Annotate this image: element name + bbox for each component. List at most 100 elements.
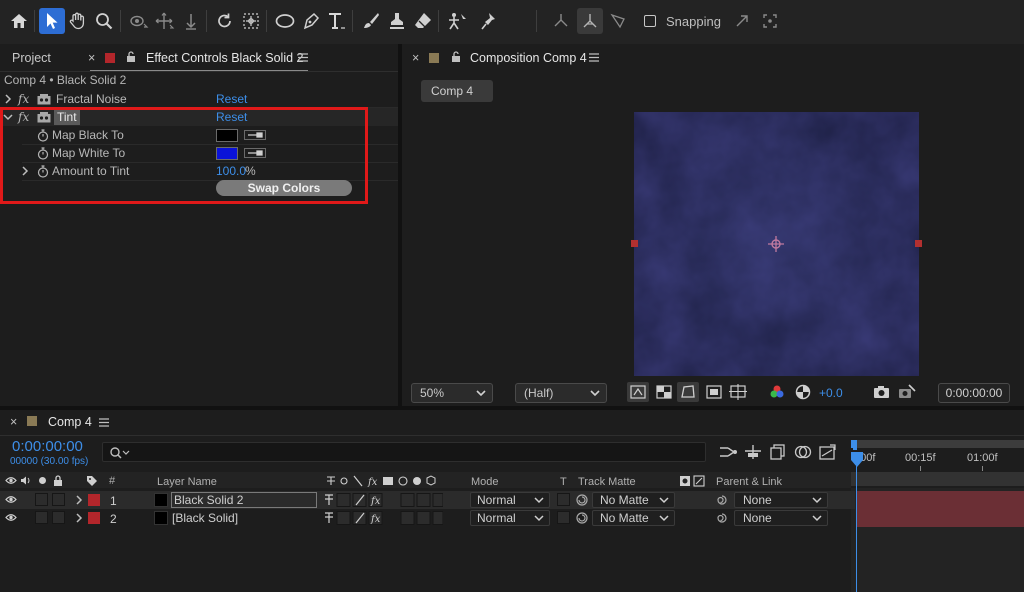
world-axis-icon[interactable]	[548, 8, 574, 34]
column-parent-link[interactable]: Parent & Link	[716, 476, 782, 488]
effect-row-fractal-noise[interactable]: fx Fractal Noise Reset	[0, 90, 398, 108]
track-matte-dropdown[interactable]: No Matte	[592, 510, 675, 526]
resolution-dropdown[interactable]: (Half)	[515, 383, 607, 403]
column-track-matte[interactable]: Track Matte	[578, 476, 636, 488]
view-axis-icon[interactable]	[605, 8, 631, 34]
playhead-head[interactable]	[850, 452, 864, 468]
reset-link-fractal-noise[interactable]: Reset	[216, 92, 247, 106]
parent-dropdown[interactable]: None	[734, 510, 828, 526]
anchor-point-icon[interactable]	[767, 235, 785, 253]
exposure-value[interactable]: +0.0	[819, 386, 843, 400]
roto-brush-tool-icon[interactable]	[444, 8, 470, 34]
frame-blending-icon[interactable]	[793, 443, 813, 461]
fx-toggle[interactable]: fx	[18, 92, 29, 106]
puppet-pin-tool-icon[interactable]	[476, 8, 502, 34]
orbit-tool-icon[interactable]	[126, 8, 152, 34]
track-matte-dropdown[interactable]: No Matte	[592, 492, 675, 508]
layer-bar[interactable]	[857, 509, 1024, 527]
preserve-transparency-checkbox[interactable]	[557, 511, 570, 524]
type-tool-icon[interactable]	[324, 8, 350, 34]
snapping-arrow-icon[interactable]	[729, 8, 755, 34]
tab-timeline-comp[interactable]: Comp 4	[48, 415, 92, 429]
lock-checkbox[interactable]	[52, 511, 65, 524]
layer-bar[interactable]	[857, 491, 1024, 509]
clone-stamp-tool-icon[interactable]	[384, 8, 410, 34]
layer-switches[interactable]: fx	[323, 493, 443, 507]
table-row[interactable]: 1 Black Solid 2 fx Normal No Matte None	[0, 491, 855, 509]
anchor-point-tool-icon[interactable]	[238, 8, 264, 34]
fast-previews-icon[interactable]	[627, 382, 649, 402]
motion-blur-icon[interactable]	[818, 443, 838, 461]
column-mode[interactable]: Mode	[471, 476, 499, 488]
magnification-dropdown[interactable]: 50%	[411, 383, 493, 403]
lock-icon[interactable]	[126, 51, 136, 63]
tab-composition[interactable]: Composition Comp 4	[470, 51, 587, 65]
layer-handle-right[interactable]	[915, 240, 922, 247]
eye-icon[interactable]	[5, 495, 17, 504]
track-matte-pickwhip-icon[interactable]	[576, 494, 588, 506]
selection-tool-icon[interactable]	[39, 8, 65, 34]
transparency-grid-icon[interactable]	[653, 382, 675, 402]
hand-tool-icon[interactable]	[65, 8, 91, 34]
work-area-start[interactable]	[853, 440, 857, 450]
rotate-tool-icon[interactable]	[212, 8, 238, 34]
layer-label-color[interactable]	[88, 512, 100, 524]
lock-checkbox[interactable]	[52, 493, 65, 506]
grid-guides-icon[interactable]	[727, 382, 749, 402]
snapping-options-icon[interactable]	[757, 8, 783, 34]
chevron-right-icon[interactable]	[4, 94, 12, 104]
playhead-line[interactable]	[856, 466, 857, 592]
close-icon[interactable]: ×	[88, 51, 95, 65]
layer-switches[interactable]: fx	[323, 511, 443, 525]
show-snapshot-icon[interactable]	[897, 382, 917, 402]
parent-dropdown[interactable]: None	[734, 492, 828, 508]
mask-visibility-icon[interactable]	[677, 382, 699, 402]
close-icon[interactable]: ×	[10, 415, 17, 429]
layer-label-color[interactable]	[88, 494, 100, 506]
layer-handle-left[interactable]	[631, 240, 638, 247]
hide-shy-layers-icon[interactable]	[768, 443, 788, 461]
panel-menu-icon[interactable]	[99, 418, 109, 427]
pen-tool-icon[interactable]	[298, 8, 324, 34]
tab-project[interactable]: Project	[12, 51, 51, 65]
table-row[interactable]: 2 [Black Solid] fx Normal No Matte None	[0, 509, 855, 527]
blend-mode-dropdown[interactable]: Normal	[470, 510, 550, 526]
layer-name-field[interactable]: [Black Solid]	[172, 511, 238, 525]
panel-menu-icon[interactable]	[298, 53, 308, 62]
solo-checkbox[interactable]	[35, 511, 48, 524]
eraser-tool-icon[interactable]	[410, 8, 436, 34]
work-area-bar[interactable]	[851, 472, 1024, 486]
draft-3d-icon[interactable]	[743, 443, 763, 461]
home-icon[interactable]	[6, 8, 32, 34]
pan-behind-tool-icon[interactable]	[152, 8, 178, 34]
column-layer-name[interactable]: Layer Name	[157, 476, 217, 488]
brush-tool-icon[interactable]	[358, 8, 384, 34]
lock-icon[interactable]	[451, 51, 461, 63]
take-snapshot-icon[interactable]	[872, 383, 892, 401]
layer-name-field[interactable]: Black Solid 2	[171, 492, 317, 508]
region-of-interest-icon[interactable]	[703, 382, 725, 402]
close-icon[interactable]: ×	[412, 51, 419, 65]
parent-pickwhip-icon[interactable]	[716, 512, 728, 524]
blend-mode-dropdown[interactable]: Normal	[470, 492, 550, 508]
panel-menu-icon[interactable]	[589, 53, 599, 62]
color-channels-icon[interactable]	[768, 383, 786, 401]
timeline-navigator-bar[interactable]	[851, 440, 1024, 448]
composition-mini-flowchart-icon[interactable]	[718, 443, 738, 461]
solo-checkbox[interactable]	[35, 493, 48, 506]
tab-effect-controls[interactable]: Effect Controls Black Solid 2	[146, 51, 303, 65]
layer-search-input[interactable]	[102, 442, 706, 462]
zoom-tool-icon[interactable]	[91, 8, 117, 34]
chevron-right-icon[interactable]	[75, 495, 83, 505]
current-time-display[interactable]: 0:00:00:00	[938, 383, 1010, 403]
track-matte-pickwhip-icon[interactable]	[576, 512, 588, 524]
comp-navigator-button[interactable]: Comp 4	[421, 80, 493, 102]
ellipse-tool-icon[interactable]	[272, 8, 298, 34]
snapping-checkbox[interactable]	[644, 15, 656, 27]
chevron-right-icon[interactable]	[75, 513, 83, 523]
parent-pickwhip-icon[interactable]	[716, 494, 728, 506]
timeline-current-time[interactable]: 0:00:00:00	[12, 438, 83, 455]
dolly-tool-icon[interactable]	[178, 8, 204, 34]
eye-icon[interactable]	[5, 513, 17, 522]
local-axis-icon[interactable]	[577, 8, 603, 34]
